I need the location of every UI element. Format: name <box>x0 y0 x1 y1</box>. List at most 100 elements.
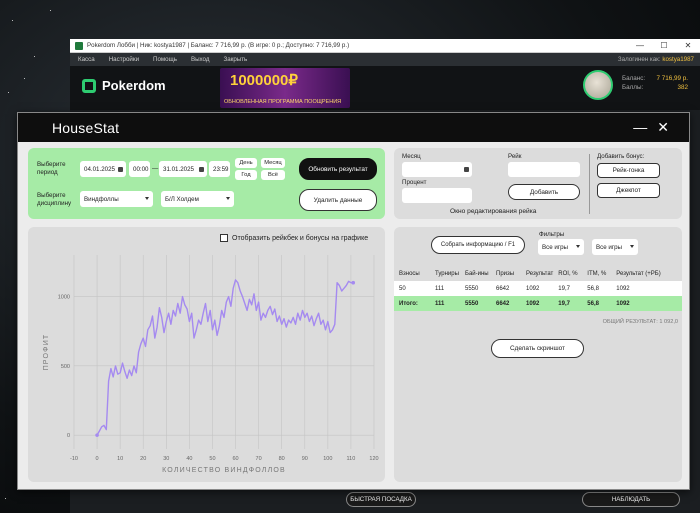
rake-input[interactable] <box>508 162 580 177</box>
calendar-icon[interactable] <box>464 167 469 172</box>
menu-item-exit[interactable]: Выход <box>191 56 210 63</box>
banner-amount: 1000000₽ <box>230 72 298 89</box>
x-tick-label: 0 <box>96 456 99 462</box>
add-rake-button[interactable]: Добавить <box>508 184 580 200</box>
filter-panel: Выберите период 04.01.2025 00:00 — 31.01… <box>28 148 385 219</box>
chevron-down-icon <box>576 245 580 248</box>
game-select[interactable]: Виндфоллы <box>80 191 153 207</box>
period-day-button[interactable]: День <box>235 158 257 168</box>
x-tick-label: 60 <box>232 456 238 462</box>
rake-editor-caption: Окно редактирования рейка <box>450 208 537 215</box>
month-input[interactable] <box>402 162 472 177</box>
star <box>50 10 51 11</box>
game-select-value: Виндфоллы <box>84 195 119 203</box>
pokerdom-menubar: Касса Настройки Помощь Выход Закрыть Зал… <box>70 53 700 66</box>
time-to-input[interactable]: 23:59 <box>209 161 230 177</box>
close-icon[interactable]: ✕ <box>657 119 669 136</box>
menu-item-close[interactable]: Закрыть <box>223 56 247 63</box>
x-tick-label: 50 <box>209 456 215 462</box>
housestat-window: HouseStat — ✕ Выберите период 04.01.2025… <box>17 112 690 490</box>
filter-select-2-value: Все игры <box>596 243 622 251</box>
variant-select-value: Б/Л Холдем <box>165 195 199 203</box>
time-from-input[interactable]: 00:00 <box>129 161 150 177</box>
profit-chart: -10 0 10 20 30 40 50 60 70 80 90 100 110 120 0 500 1000 К… <box>43 255 379 474</box>
period-year-button[interactable]: Год <box>235 170 257 180</box>
variant-select[interactable]: Б/Л Холдем <box>161 191 234 207</box>
period-all-button[interactable]: Всё <box>261 170 285 180</box>
bonus-label: Добавить бонус: <box>597 153 645 160</box>
minimize-icon[interactable]: — <box>628 41 652 50</box>
chevron-down-icon <box>145 197 149 200</box>
pokerdom-app-icon <box>75 41 83 50</box>
period-month-button[interactable]: Месяц <box>261 158 285 168</box>
balance-value: 7 716,99 р. <box>656 75 688 82</box>
pokerdom-window-title: Pokerdom Лобби | Ник: kostya1987 | Балан… <box>87 42 350 49</box>
table-header: Результат <box>521 266 554 281</box>
screenshot-button[interactable]: Сделать скриншот <box>491 339 584 358</box>
collect-info-button[interactable]: Собрать информацию / F1 <box>431 236 525 254</box>
start-point <box>95 433 99 437</box>
end-point <box>351 280 356 285</box>
pokerdom-logo-icon <box>82 78 96 93</box>
login-user: kostya1987 <box>662 56 694 63</box>
housestat-title: HouseStat <box>52 119 120 136</box>
table-cell: 1092 <box>521 296 554 311</box>
date-to-value: 31.01.2025 <box>163 165 194 173</box>
table-cell: 111 <box>430 296 460 311</box>
table-header: Призы <box>491 266 521 281</box>
y-tick-label: 1000 <box>58 295 70 301</box>
chevron-down-icon <box>630 245 634 248</box>
calendar-icon[interactable] <box>118 166 123 172</box>
table-cell: 50 <box>394 281 430 296</box>
table-cell: 1092 <box>521 281 554 296</box>
y-axis-label: ПРОФИТ <box>43 334 50 371</box>
jackpot-button[interactable]: Джекпот <box>597 183 660 198</box>
star <box>8 92 9 93</box>
percent-input[interactable] <box>402 188 472 203</box>
table-header: Бай-ины <box>460 266 491 281</box>
time-to-value: 23:59 <box>213 165 229 173</box>
table-cell: 5550 <box>460 281 491 296</box>
update-result-button[interactable]: Обновить результат <box>299 158 377 180</box>
x-tick-label: -10 <box>70 456 78 462</box>
date-to-input[interactable]: 31.01.2025 <box>159 161 207 177</box>
menu-item-settings[interactable]: Настройки <box>109 56 139 63</box>
period-dash: — <box>152 165 159 172</box>
date-from-input[interactable]: 04.01.2025 <box>80 161 126 177</box>
promo-banner[interactable]: 1000000₽ ОБНОВЛЕННАЯ ПРОГРАММА ПООЩРЕНИЯ <box>220 68 350 108</box>
observe-button[interactable]: НАБЛЮДАТЬ <box>582 492 680 507</box>
filter-select-2[interactable]: Все игры <box>592 239 638 255</box>
quick-seat-button[interactable]: БЫСТРАЯ ПОСАДКА <box>346 492 416 507</box>
avatar[interactable] <box>583 70 613 100</box>
chevron-down-icon <box>226 197 230 200</box>
login-label: Залогинен как: <box>617 56 661 63</box>
x-tick-label: 100 <box>323 456 332 462</box>
rake-race-button[interactable]: Рейк-гонка <box>597 163 660 178</box>
menu-item-help[interactable]: Помощь <box>153 56 177 63</box>
pokerdom-header: Pokerdom 1000000₽ ОБНОВЛЕННАЯ ПРОГРАММА … <box>70 66 700 110</box>
table-cell: 19,7 <box>553 281 583 296</box>
stats-table: Взносы Турниры Бай-ины Призы Результат R… <box>394 266 682 312</box>
x-axis-label: КОЛИЧЕСТВО ВИНДФОЛЛОВ <box>162 467 286 474</box>
calendar-icon[interactable] <box>199 166 204 172</box>
month-label: Месяц <box>402 153 421 160</box>
points-value: 382 <box>677 84 688 91</box>
chart-panel: Отобразить рейкбек и бонусы на графике -… <box>28 227 385 482</box>
login-status: Залогинен как: kostya1987 <box>618 56 694 63</box>
close-icon[interactable]: ✕ <box>676 41 700 50</box>
y-tick-label: 0 <box>67 433 70 439</box>
delete-data-button[interactable]: Удалить данные <box>299 189 377 211</box>
period-label: Выберите период <box>37 161 66 176</box>
star <box>34 56 35 57</box>
table-cell: 111 <box>430 281 460 296</box>
menu-item-cashier[interactable]: Касса <box>78 56 95 63</box>
table-cell: 19,7 <box>553 296 583 311</box>
filter-select-1[interactable]: Все игры <box>538 239 584 255</box>
pokerdom-logo: Pokerdom <box>82 78 166 93</box>
balance-values: 7 716,99 р. 382 <box>656 74 688 92</box>
table-header: ITM, % <box>582 266 612 281</box>
maximize-icon[interactable]: ☐ <box>652 41 676 50</box>
minimize-icon[interactable]: — <box>633 119 647 136</box>
x-tick-label: 110 <box>347 456 356 462</box>
balance-label: Баланс: <box>622 75 646 82</box>
